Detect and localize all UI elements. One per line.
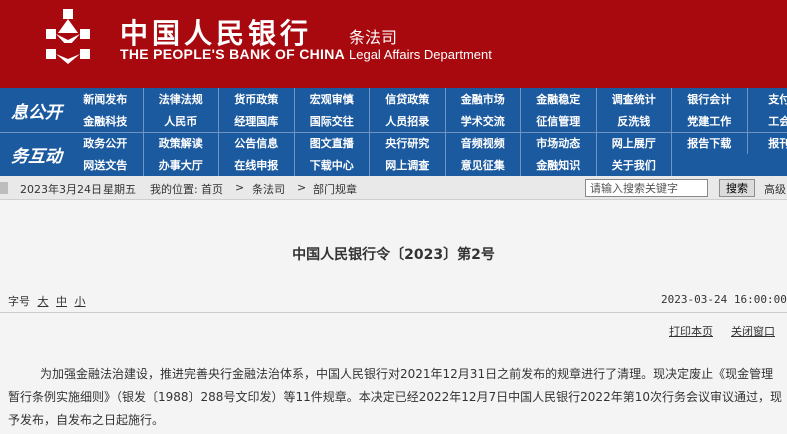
- breadcrumb-department[interactable]: 条法司: [252, 181, 285, 197]
- font-size-small-link[interactable]: 小: [75, 295, 86, 308]
- nav-item-international[interactable]: 国际交往: [295, 110, 370, 132]
- nav-item-about[interactable]: 关于我们: [597, 154, 672, 176]
- nav-item-survey[interactable]: 网上调查: [370, 154, 446, 176]
- nav-item-market-news[interactable]: 市场动态: [521, 132, 597, 154]
- font-size-label: 字号: [8, 295, 30, 308]
- main-navigation: 息公开 务互动 新闻发布 法律法规 货币政策 宏观审慎 信贷政策 金融市场 金融…: [0, 88, 787, 176]
- department-name-en: Legal Affairs Department: [349, 47, 492, 62]
- nav-item-financial-stability[interactable]: 金融稳定: [521, 88, 597, 110]
- close-window-link[interactable]: 关闭窗口: [731, 323, 775, 339]
- nav-item-rmb[interactable]: 人民币: [144, 110, 219, 132]
- nav-item-service-hall[interactable]: 办事大厅: [144, 154, 219, 176]
- nav-item-research[interactable]: 央行研究: [370, 132, 446, 154]
- breadcrumb-home[interactable]: 首页: [201, 181, 223, 197]
- nav-item-credit-policy[interactable]: 信贷政策: [370, 88, 446, 110]
- nav-item-announcements[interactable]: 公告信息: [219, 132, 295, 154]
- print-page-link[interactable]: 打印本页: [669, 323, 713, 339]
- nav-divider: [0, 132, 787, 133]
- nav-row: 金融科技 人民币 经理国库 国际交往 人员招录 学术交流 征信管理 反洗钱 党建…: [68, 110, 787, 132]
- current-date: 2023年3月24日: [20, 183, 102, 196]
- current-weekday: 星期五: [103, 183, 136, 196]
- corner-decoration: [0, 182, 8, 194]
- nav-item-monetary-policy[interactable]: 货币政策: [219, 88, 295, 110]
- nav-item-statistics[interactable]: 调查统计: [597, 88, 672, 110]
- nav-item-government-affairs[interactable]: 政务公开: [68, 132, 144, 154]
- breadcrumb-separator: >: [235, 181, 245, 194]
- nav-item-documents[interactable]: 网送文告: [68, 154, 144, 176]
- nav-item-party-building[interactable]: 党建工作: [672, 110, 748, 132]
- search-input[interactable]: [585, 179, 708, 197]
- article-body: 为加强金融法治建设，推进完善央行金融法治体系，中国人民银行对2021年12月31…: [8, 363, 783, 432]
- nav-item-recruitment[interactable]: 人员招录: [370, 110, 446, 132]
- location-label: 我的位置:: [150, 183, 198, 196]
- nav-item-payment[interactable]: 支付体: [748, 88, 787, 110]
- nav-item-feedback[interactable]: 意见征集: [446, 154, 521, 176]
- nav-item-knowledge[interactable]: 金融知识: [521, 154, 597, 176]
- nav-item-download-center[interactable]: 下载中心: [295, 154, 370, 176]
- nav-row: 政务公开 政策解读 公告信息 图文直播 央行研究 音频视频 市场动态 网上展厅 …: [68, 132, 787, 154]
- nav-item-publications[interactable]: 报刊年: [748, 132, 787, 154]
- nav-item-exhibition[interactable]: 网上展厅: [597, 132, 672, 154]
- nav-item-laws[interactable]: 法律法规: [144, 88, 219, 110]
- publish-datetime: 2023-03-24 16:00:00: [661, 293, 787, 306]
- nav-item-online-filing[interactable]: 在线申报: [219, 154, 295, 176]
- font-size-controls: 字号 大 中 小: [8, 293, 86, 309]
- nav-item-macroprudential[interactable]: 宏观审慎: [295, 88, 370, 110]
- article-content: 中国人民银行令〔2023〕第2号 字号 大 中 小 2023-03-24 16:…: [0, 200, 787, 434]
- nav-item-accounting[interactable]: 银行会计: [672, 88, 748, 110]
- nav-item-media[interactable]: 音频视频: [446, 132, 521, 154]
- bank-name-en: THE PEOPLE'S BANK OF CHINA: [120, 46, 346, 62]
- article-paragraph: 为加强金融法治建设，推进完善央行金融法治体系，中国人民银行对2021年12月31…: [8, 367, 782, 427]
- nav-item-reports[interactable]: 报告下载: [672, 132, 748, 154]
- meta-divider: [0, 312, 787, 313]
- nav-item-live[interactable]: 图文直播: [295, 132, 370, 154]
- nav-row: 新闻发布 法律法规 货币政策 宏观审慎 信贷政策 金融市场 金融稳定 调查统计 …: [68, 88, 787, 110]
- nav-item-aml[interactable]: 反洗钱: [597, 110, 672, 132]
- site-header: 中国人民银行 THE PEOPLE'S BANK OF CHINA 条法司 Le…: [0, 0, 787, 88]
- article-title: 中国人民银行令〔2023〕第2号: [292, 247, 495, 263]
- nav-section-interaction: 务互动: [11, 146, 62, 167]
- font-size-medium-link[interactable]: 中: [56, 295, 67, 308]
- nav-item-policy-interpretation[interactable]: 政策解读: [144, 132, 219, 154]
- pboc-logo-icon[interactable]: [40, 7, 96, 67]
- department-name-zh: 条法司: [349, 28, 398, 47]
- nav-item-academic[interactable]: 学术交流: [446, 110, 521, 132]
- font-size-large-link[interactable]: 大: [38, 295, 49, 308]
- nav-item-news[interactable]: 新闻发布: [68, 88, 144, 110]
- search-button[interactable]: 搜索: [719, 179, 755, 197]
- advanced-search-link[interactable]: 高级: [764, 181, 786, 197]
- nav-item-credit-reference[interactable]: 征信管理: [521, 110, 597, 132]
- nav-section-info-disclosure: 息公开: [11, 102, 62, 123]
- breadcrumb-separator: >: [297, 181, 307, 194]
- nav-item-treasury[interactable]: 经理国库: [219, 110, 295, 132]
- breadcrumb-section[interactable]: 部门规章: [313, 181, 357, 197]
- breadcrumb-bar: 2023年3月24日 星期五 我的位置: 首页 > 条法司 > 部门规章 搜索 …: [0, 176, 787, 200]
- nav-item-financial-market[interactable]: 金融市场: [446, 88, 521, 110]
- nav-item-union[interactable]: 工会工: [748, 110, 787, 132]
- nav-row: 网送文告 办事大厅 在线申报 下载中心 网上调查 意见征集 金融知识 关于我们: [68, 154, 672, 176]
- nav-item-fintech[interactable]: 金融科技: [68, 110, 144, 132]
